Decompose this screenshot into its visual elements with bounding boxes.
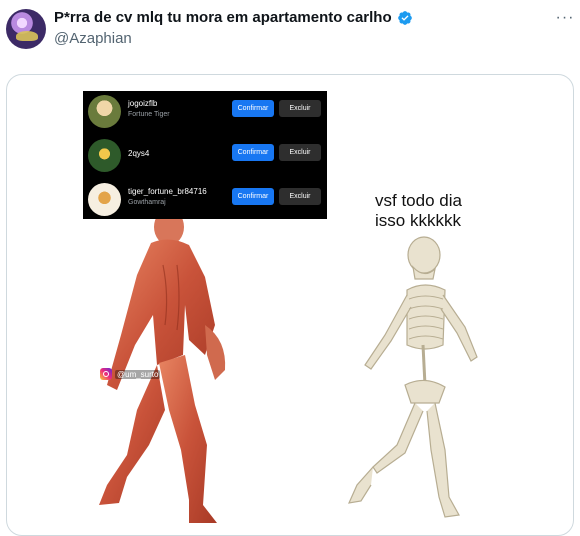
- request-subtitle: Gowthamraj: [128, 199, 166, 206]
- delete-button[interactable]: Excluir: [279, 188, 321, 205]
- request-avatar[interactable]: [88, 183, 121, 216]
- display-name[interactable]: P*rra de cv mlq tu mora em apartamento c…: [54, 9, 392, 26]
- request-username[interactable]: 2qys4: [128, 149, 149, 158]
- request-avatar[interactable]: [88, 95, 121, 128]
- request-subtitle: Fortune Tiger: [128, 111, 170, 118]
- watermark: @um_surto: [100, 368, 161, 380]
- avatar[interactable]: [6, 9, 46, 49]
- post-media[interactable]: jogoizflb Fortune Tiger Confirmar Exclui…: [6, 74, 574, 536]
- meme-caption: vsf todo dia isso kkkkkk: [375, 191, 462, 230]
- instagram-icon: [100, 368, 112, 380]
- more-options-icon[interactable]: ···: [552, 6, 578, 30]
- request-username[interactable]: tiger_fortune_br84716: [128, 187, 207, 196]
- watermark-text: @um_surto: [115, 369, 161, 379]
- user-handle[interactable]: @Azaphian: [54, 30, 132, 47]
- skeleton-figure-illustration: [347, 236, 478, 518]
- confirm-button[interactable]: Confirmar: [232, 144, 274, 161]
- request-username[interactable]: jogoizflb: [128, 99, 157, 108]
- delete-button[interactable]: Excluir: [279, 144, 321, 161]
- list-item: tiger_fortune_br84716 Gowthamraj Confirm…: [83, 179, 327, 223]
- delete-button[interactable]: Excluir: [279, 100, 321, 117]
- follow-requests-panel: jogoizflb Fortune Tiger Confirmar Exclui…: [83, 91, 327, 219]
- request-avatar[interactable]: [88, 139, 121, 172]
- list-item: jogoizflb Fortune Tiger Confirmar Exclui…: [83, 91, 327, 135]
- list-item: 2qys4 Confirmar Excluir: [83, 135, 327, 179]
- confirm-button[interactable]: Confirmar: [232, 100, 274, 117]
- confirm-button[interactable]: Confirmar: [232, 188, 274, 205]
- tweet-header: P*rra de cv mlq tu mora em apartamento c…: [0, 0, 580, 60]
- verified-badge-icon: [398, 11, 412, 25]
